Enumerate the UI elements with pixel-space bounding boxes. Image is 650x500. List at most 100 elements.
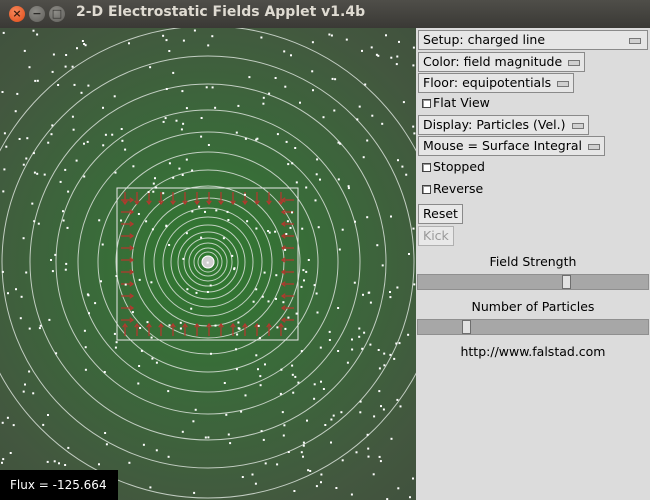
window-titlebar: × − □ 2-D Electrostatic Fields Applet v1… <box>0 0 650 29</box>
particle <box>305 186 308 189</box>
control-panel: Setup: charged line Color: field magnitu… <box>416 28 650 500</box>
particle <box>73 83 76 86</box>
particle <box>200 135 203 138</box>
mouse-select[interactable]: Mouse = Surface Integral <box>418 136 605 156</box>
maximize-window-icon[interactable]: □ <box>49 6 65 22</box>
slider-thumb[interactable] <box>462 320 471 334</box>
particle <box>111 133 114 136</box>
particle <box>346 361 349 364</box>
stopped-checkbox[interactable]: Stopped <box>418 158 489 178</box>
particle <box>1 91 4 93</box>
particle <box>412 125 415 128</box>
particle <box>1 421 4 424</box>
particle <box>378 455 381 458</box>
color-select-label: Color: field magnitude <box>423 54 563 69</box>
field-strength-slider[interactable] <box>417 274 649 290</box>
particle <box>64 464 67 466</box>
particle <box>6 416 9 419</box>
particle <box>255 288 258 291</box>
particle <box>204 436 207 439</box>
particle <box>358 335 361 338</box>
particle <box>276 133 279 136</box>
particle <box>332 414 335 417</box>
particle <box>67 446 70 449</box>
particle <box>185 232 188 235</box>
particle <box>206 261 209 264</box>
particle <box>179 321 182 324</box>
particle <box>81 40 84 42</box>
particle <box>363 331 366 334</box>
particle <box>302 269 305 272</box>
particle <box>398 40 400 43</box>
particle <box>405 173 408 176</box>
particle <box>59 180 62 183</box>
flat-view-label: Flat View <box>433 95 490 110</box>
particle <box>1 270 4 273</box>
color-select[interactable]: Color: field magnitude <box>418 52 586 72</box>
particle <box>235 348 237 351</box>
kick-button[interactable]: Kick <box>418 226 454 246</box>
particle <box>139 327 142 329</box>
particle <box>165 225 168 228</box>
particle <box>396 55 399 58</box>
particle <box>409 496 411 499</box>
setup-select[interactable]: Setup: charged line <box>418 30 648 50</box>
particle <box>66 226 69 229</box>
particle <box>58 462 60 465</box>
particle <box>168 50 171 52</box>
particle <box>307 469 310 472</box>
particle <box>36 172 39 175</box>
particle <box>51 124 54 127</box>
particle <box>147 191 150 193</box>
dropdown-icon <box>568 59 581 66</box>
particle <box>398 342 401 345</box>
particle <box>295 312 298 315</box>
particle <box>412 227 415 230</box>
particle <box>292 391 295 394</box>
floor-select[interactable]: Floor: equipotentials <box>418 73 575 93</box>
particle <box>33 220 36 223</box>
particle <box>390 437 393 440</box>
particle <box>215 209 218 212</box>
particle <box>168 324 171 327</box>
particle <box>389 353 392 356</box>
particles-slider[interactable] <box>417 319 649 335</box>
particle <box>233 267 236 270</box>
flat-view-checkbox[interactable]: Flat View <box>418 94 494 114</box>
particle <box>113 95 116 98</box>
close-window-icon[interactable]: × <box>9 6 25 22</box>
particle <box>301 227 304 230</box>
particle <box>317 226 320 229</box>
particle <box>328 339 331 341</box>
particle <box>39 324 42 327</box>
mouse-select-label: Mouse = Surface Integral <box>423 138 582 153</box>
particle <box>181 430 184 433</box>
particle <box>200 117 203 119</box>
particle <box>287 316 290 319</box>
particle <box>300 451 303 454</box>
reverse-checkbox[interactable]: Reverse <box>418 180 487 200</box>
display-select-label: Display: Particles (Vel.) <box>423 117 566 132</box>
slider-thumb[interactable] <box>562 275 571 289</box>
particle <box>205 86 208 89</box>
display-select[interactable]: Display: Particles (Vel.) <box>418 115 589 135</box>
particle <box>259 384 262 387</box>
particle <box>267 230 270 232</box>
particle <box>315 292 318 295</box>
minimize-window-icon[interactable]: − <box>29 6 45 22</box>
particle <box>260 36 263 39</box>
particle <box>293 490 296 492</box>
field-canvas[interactable] <box>0 28 416 500</box>
particle <box>38 327 41 330</box>
particle <box>214 106 217 109</box>
reset-button[interactable]: Reset <box>418 204 463 224</box>
particle <box>50 259 52 261</box>
particle <box>186 288 189 291</box>
particle <box>376 244 379 247</box>
website-url: http://www.falstad.com <box>460 344 606 359</box>
particle <box>334 78 337 81</box>
particle <box>47 414 49 416</box>
particle <box>62 219 65 222</box>
particle <box>194 408 197 411</box>
particle <box>401 165 404 168</box>
